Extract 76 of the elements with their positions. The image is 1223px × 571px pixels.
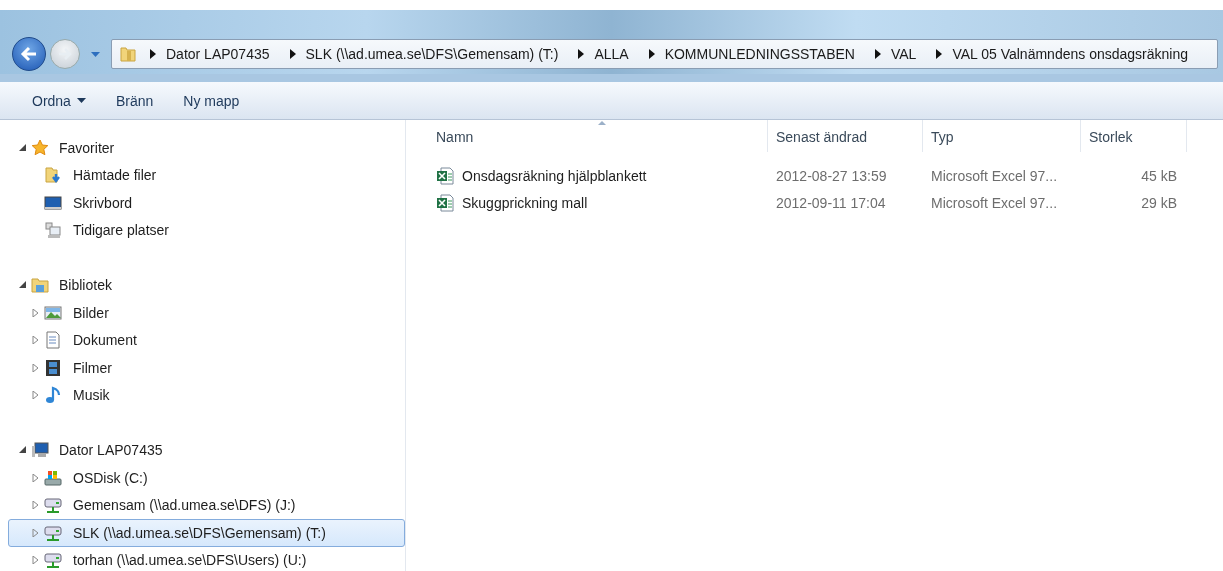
expanded-arrow-icon xyxy=(18,143,26,152)
chevron-icon xyxy=(936,49,943,59)
network-drive-icon xyxy=(44,551,62,570)
breadcrumb[interactable]: VAL xyxy=(884,46,923,62)
recent-places-icon xyxy=(44,221,62,240)
network-drive-icon xyxy=(44,496,62,515)
computer-icon xyxy=(31,441,49,460)
collapsed-arrow-icon xyxy=(31,556,39,565)
modified-date: 2012-08-27 13:59 xyxy=(775,167,888,184)
column-header[interactable]: Typ xyxy=(923,120,1081,152)
collapsed-arrow-icon xyxy=(31,391,39,400)
back-button[interactable] xyxy=(12,37,46,71)
file-type: Microsoft Excel 97... xyxy=(930,194,1059,211)
expanded-arrow-icon xyxy=(18,281,26,290)
breadcrumb[interactable]: KOMMUNLEDNINGSSTABEN xyxy=(658,46,861,62)
desktop-icon xyxy=(44,193,62,212)
breadcrumb[interactable]: ALLA xyxy=(588,46,635,62)
breadcrumb[interactable]: SLK (\\ad.umea.se\DFS\Gemensam) (T:) xyxy=(299,46,565,62)
file-type: Microsoft Excel 97... xyxy=(930,167,1059,184)
expanded-arrow-icon xyxy=(18,446,26,455)
document-icon xyxy=(44,331,62,350)
tree-item[interactable]: Dator LAP07435 xyxy=(8,436,405,464)
tree-item[interactable]: torhan (\\ad.umea.se\DFS\Users) (U:) xyxy=(8,546,405,571)
modified-date: 2012-09-11 17:04 xyxy=(775,194,887,211)
tree-item[interactable]: Hämtade filer xyxy=(8,161,405,189)
dropdown-icon[interactable] xyxy=(90,49,101,59)
tree-item[interactable]: Bilder xyxy=(8,299,405,327)
file-size: 29 kB xyxy=(1140,194,1178,211)
sort-arrow-icon xyxy=(597,121,606,125)
chevron-icon xyxy=(874,49,881,59)
toolbar-button[interactable]: Ny mapp xyxy=(173,88,250,113)
collapsed-arrow-icon xyxy=(31,363,39,372)
tree-item[interactable]: Dokument xyxy=(8,326,405,354)
star-icon xyxy=(31,138,49,157)
tree-item[interactable]: Skrivbord xyxy=(8,189,405,217)
tree-item[interactable]: Gemensam (\\ad.umea.se\DFS) (J:) xyxy=(8,491,405,519)
chevron-icon xyxy=(578,49,585,59)
film-icon xyxy=(44,358,62,377)
column-header[interactable]: Senast ändrad xyxy=(768,120,923,152)
tree-item[interactable]: OSDisk (C:) xyxy=(8,464,405,492)
column-header[interactable]: Storlek xyxy=(1081,120,1187,152)
address-field[interactable]: Dator LAP07435 SLK (\\ad.umea.se\DFS\Gemensam) (T:) ALLA KOMMUNLEDNINGSSTABEN VAL VAL 05 Valnämndens onsdagsräkning xyxy=(111,39,1218,69)
network-drive-icon xyxy=(44,523,62,542)
toolbar-button[interactable]: Ordna xyxy=(22,88,96,113)
forward-arrow-icon xyxy=(57,46,73,62)
folder-icon xyxy=(120,45,136,63)
picture-icon xyxy=(44,303,62,322)
chevron-icon xyxy=(648,49,655,59)
breadcrumb[interactable]: Dator LAP07435 xyxy=(160,46,276,62)
chevron-icon xyxy=(150,49,156,59)
collapsed-arrow-icon xyxy=(31,528,39,537)
collapsed-arrow-icon xyxy=(31,336,39,345)
tree-item[interactable]: Bibliotek xyxy=(8,271,405,299)
breadcrumb[interactable]: VAL 05 Valnämndens onsdagsräkning xyxy=(946,46,1194,62)
tree-item[interactable]: Filmer xyxy=(8,354,405,382)
spreadsheet-icon xyxy=(436,193,454,212)
library-folder-icon xyxy=(31,276,49,295)
file-name[interactable]: Skuggprickning mall xyxy=(428,193,768,212)
collapsed-arrow-icon xyxy=(31,308,39,317)
back-arrow-icon xyxy=(20,45,38,63)
tree-item[interactable]: SLK (\\ad.umea.se\DFS\Gemensam) (T:) xyxy=(8,519,405,547)
folder-download-icon xyxy=(44,166,62,185)
tree-item[interactable]: Tidigare platser xyxy=(8,216,405,244)
drive-icon xyxy=(44,468,62,487)
file-size: 45 kB xyxy=(1140,167,1178,184)
tree-item[interactable]: Favoriter xyxy=(8,134,405,162)
toolbar-button[interactable]: Bränn xyxy=(105,88,164,113)
column-header[interactable]: Namn xyxy=(428,120,768,152)
chevron-icon xyxy=(289,49,296,59)
spreadsheet-icon xyxy=(436,166,454,185)
music-note-icon xyxy=(44,386,62,405)
collapsed-arrow-icon xyxy=(31,473,39,482)
caret-icon xyxy=(76,98,86,103)
collapsed-arrow-icon xyxy=(31,501,39,510)
file-name[interactable]: Onsdagsräkning hjälpblankett xyxy=(428,166,768,185)
tree-item[interactable]: Musik xyxy=(8,381,405,409)
